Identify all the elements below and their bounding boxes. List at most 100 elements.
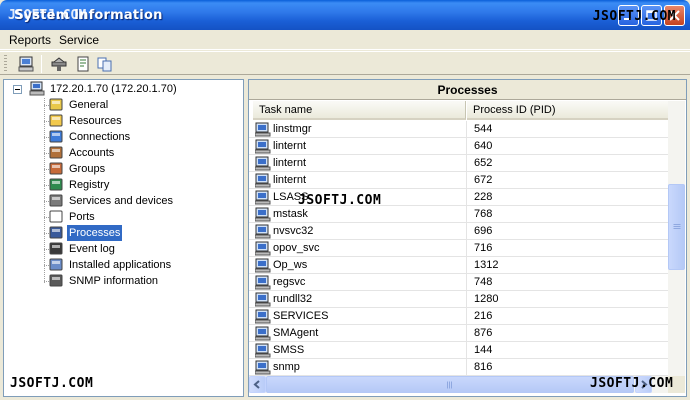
toolbar-grip[interactable] bbox=[4, 55, 7, 72]
tree-collapse-toggle[interactable] bbox=[13, 85, 22, 94]
pid-cell: 1312 bbox=[474, 259, 499, 271]
processes-panel: Processes Task name Process ID (PID) lin… bbox=[248, 79, 687, 397]
table-row[interactable]: nvsvc32 696 bbox=[249, 223, 668, 240]
watermark-top-right: JSOFTJ.COM bbox=[592, 9, 676, 24]
tree-item-label: Services and devices bbox=[69, 195, 173, 207]
groups-icon bbox=[49, 162, 63, 175]
installed-icon bbox=[49, 258, 63, 271]
tree-item-label: Processes bbox=[67, 225, 123, 241]
network-icon[interactable] bbox=[50, 55, 68, 73]
task-name-cell: rundll32 bbox=[273, 293, 313, 305]
accounts-icon bbox=[49, 146, 63, 159]
horizontal-scroll-thumb[interactable] bbox=[266, 376, 634, 393]
computer-icon[interactable] bbox=[17, 55, 35, 73]
task-name-cell: SERVICES bbox=[273, 310, 329, 322]
table-row[interactable]: rundll32 1280 bbox=[249, 291, 668, 308]
tree-item-label: Registry bbox=[69, 179, 110, 191]
table-row[interactable]: linternt 640 bbox=[249, 138, 668, 155]
task-name-cell: linternt bbox=[273, 157, 307, 169]
table-row[interactable]: Op_ws 1312 bbox=[249, 257, 668, 274]
folder-icon bbox=[49, 114, 63, 127]
computer-icon bbox=[29, 81, 45, 96]
chevron-left-icon bbox=[253, 380, 260, 389]
scroll-up-button[interactable] bbox=[668, 101, 685, 118]
tree-item-label: General bbox=[69, 99, 109, 111]
table-row[interactable]: linstmgr 544 bbox=[249, 121, 668, 138]
tree-item-label: Event log bbox=[69, 243, 115, 255]
table-row[interactable]: SMSS 144 bbox=[249, 342, 668, 359]
table-row[interactable]: mstask 768 bbox=[249, 206, 668, 223]
table-row[interactable]: regsvc 748 bbox=[249, 274, 668, 291]
menu-service[interactable]: Service bbox=[59, 33, 99, 47]
task-name-cell: regsvc bbox=[273, 276, 306, 288]
pid-cell: 876 bbox=[474, 327, 493, 339]
pid-cell: 1280 bbox=[474, 293, 499, 305]
pid-cell: 748 bbox=[474, 276, 493, 288]
process-icon bbox=[255, 156, 271, 171]
scroll-grip-icon bbox=[447, 381, 452, 388]
task-name-cell: linternt bbox=[273, 174, 307, 186]
task-name-cell: linternt bbox=[273, 140, 307, 152]
copy-icon[interactable] bbox=[96, 55, 114, 73]
general-icon bbox=[49, 98, 63, 111]
process-icon bbox=[255, 326, 271, 341]
task-name-cell: linstmgr bbox=[273, 123, 312, 135]
vertical-scroll-thumb[interactable] bbox=[668, 184, 685, 270]
task-name-cell: mstask bbox=[273, 208, 308, 220]
table-row[interactable]: SMAgent 876 bbox=[249, 325, 668, 342]
title-watermark: JSOFTJ.COM bbox=[8, 8, 87, 23]
scroll-grip-icon bbox=[673, 224, 680, 229]
title-bar[interactable]: System Information JSOFTJ.COM bbox=[0, 0, 690, 30]
watermark-center: JSOFTJ.COM bbox=[298, 193, 382, 208]
pid-cell: 544 bbox=[474, 123, 493, 135]
table-row[interactable]: snmp 816 bbox=[249, 359, 668, 376]
pid-cell: 640 bbox=[474, 140, 493, 152]
process-icon bbox=[255, 190, 271, 205]
process-icon bbox=[255, 207, 271, 222]
panel-title: Processes bbox=[249, 80, 686, 100]
column-header-task-name[interactable]: Task name bbox=[253, 101, 466, 120]
task-name-cell: SMSS bbox=[273, 344, 305, 356]
registry-icon bbox=[49, 178, 63, 191]
process-icon bbox=[255, 139, 271, 154]
toolbar-separator bbox=[41, 55, 42, 73]
services-icon bbox=[49, 194, 63, 207]
tree-guide-line bbox=[44, 98, 45, 284]
process-icon bbox=[255, 343, 271, 358]
eventlog-icon bbox=[49, 242, 63, 255]
process-icon bbox=[255, 275, 271, 290]
process-icon bbox=[255, 360, 271, 375]
vertical-scrollbar[interactable] bbox=[668, 101, 685, 376]
tree-item-label: Installed applications bbox=[69, 259, 172, 271]
pid-cell: 816 bbox=[474, 361, 493, 373]
pid-cell: 652 bbox=[474, 157, 493, 169]
report-icon[interactable] bbox=[74, 55, 92, 73]
task-name-cell: snmp bbox=[273, 361, 300, 373]
menu-reports[interactable]: Reports bbox=[9, 33, 51, 47]
menu-bar: Reports Service bbox=[0, 30, 690, 50]
navigation-tree[interactable]: 172.20.1.70 (172.20.1.70) General Resourc… bbox=[3, 79, 244, 397]
table-row[interactable]: linternt 652 bbox=[249, 155, 668, 172]
process-icon bbox=[255, 173, 271, 188]
table-row[interactable]: opov_svc 716 bbox=[249, 240, 668, 257]
process-icon bbox=[255, 241, 271, 256]
tree-root-label: 172.20.1.70 (172.20.1.70) bbox=[50, 83, 177, 95]
scroll-left-button[interactable] bbox=[249, 376, 266, 393]
pid-cell: 228 bbox=[474, 191, 493, 203]
task-name-cell: Op_ws bbox=[273, 259, 308, 271]
process-icon bbox=[255, 224, 271, 239]
task-name-cell: SMAgent bbox=[273, 327, 319, 339]
process-icon bbox=[255, 309, 271, 324]
tree-item-label: SNMP information bbox=[69, 275, 159, 287]
pid-cell: 672 bbox=[474, 174, 493, 186]
task-name-cell: nvsvc32 bbox=[273, 225, 314, 237]
processes-icon bbox=[49, 226, 63, 239]
process-list[interactable]: linstmgr 544 linternt 640 linternt 652 lintern… bbox=[249, 121, 668, 376]
table-row[interactable]: SERVICES 216 bbox=[249, 308, 668, 325]
pid-cell: 716 bbox=[474, 242, 493, 254]
tree-item-label: Resources bbox=[69, 115, 122, 127]
tree-item-label: Connections bbox=[69, 131, 131, 143]
tree-item-label: Ports bbox=[69, 211, 95, 223]
column-header-pid[interactable]: Process ID (PID) bbox=[467, 101, 668, 120]
table-row[interactable]: linternt 672 bbox=[249, 172, 668, 189]
